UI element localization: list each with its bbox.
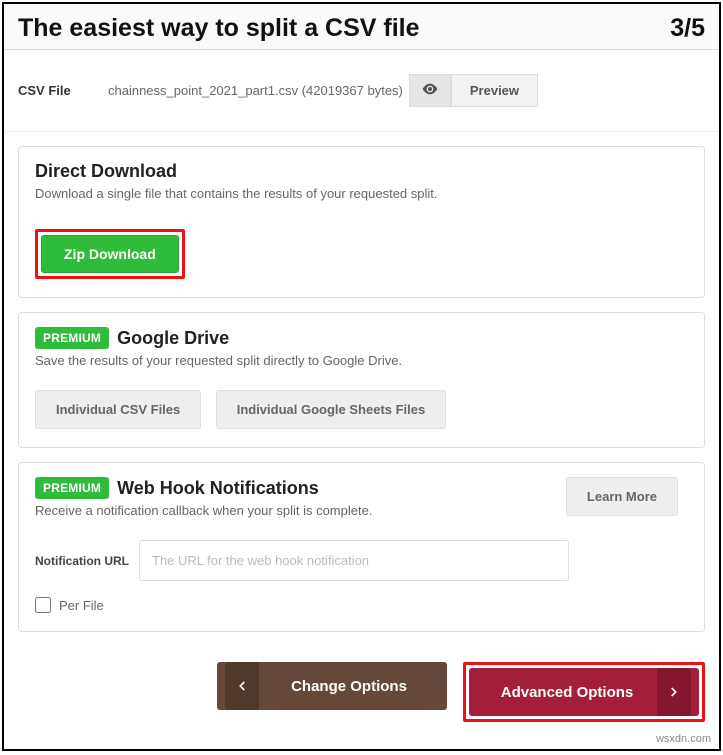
zip-download-button[interactable]: Zip Download <box>41 235 179 273</box>
advanced-options-button[interactable]: Advanced Options <box>469 668 699 716</box>
step-indicator: 3/5 <box>670 14 705 43</box>
file-bar: CSV File chainness_point_2021_part1.csv … <box>4 50 719 132</box>
individual-csv-button[interactable]: Individual CSV Files <box>35 390 201 429</box>
footer-buttons: Change Options Advanced Options <box>4 662 719 726</box>
webhook-title: Web Hook Notifications <box>117 478 319 499</box>
zip-download-highlight: Zip Download <box>35 229 185 279</box>
change-options-button[interactable]: Change Options <box>217 662 447 710</box>
direct-download-sub: Download a single file that contains the… <box>35 186 688 201</box>
direct-download-title: Direct Download <box>35 161 688 182</box>
per-file-row[interactable]: Per File <box>35 597 688 613</box>
google-drive-sub: Save the results of your requested split… <box>35 353 688 368</box>
notification-url-label: Notification URL <box>35 554 131 568</box>
advanced-options-label: Advanced Options <box>477 684 657 701</box>
learn-more-button[interactable]: Learn More <box>566 477 678 516</box>
individual-sheets-button[interactable]: Individual Google Sheets Files <box>216 390 447 429</box>
file-name: chainness_point_2021_part1.csv (42019367… <box>108 83 403 98</box>
webhook-panel: Learn More PREMIUM Web Hook Notification… <box>18 462 705 632</box>
google-drive-title: Google Drive <box>117 328 229 349</box>
arrow-right-icon <box>657 668 691 716</box>
eye-icon <box>422 83 438 98</box>
premium-badge: PREMIUM <box>35 477 109 499</box>
file-label: CSV File <box>18 83 108 98</box>
per-file-checkbox[interactable] <box>35 597 51 613</box>
page-title: The easiest way to split a CSV file <box>18 14 420 43</box>
arrow-left-icon <box>225 662 259 710</box>
notification-url-input[interactable] <box>139 540 569 581</box>
header: The easiest way to split a CSV file 3/5 <box>4 4 719 50</box>
watermark: wsxdn.com <box>656 733 711 745</box>
preview-eye-button[interactable] <box>409 74 451 107</box>
preview-button[interactable]: Preview <box>451 74 538 107</box>
direct-download-panel: Direct Download Download a single file t… <box>18 146 705 298</box>
google-drive-panel: PREMIUM Google Drive Save the results of… <box>18 312 705 448</box>
premium-badge: PREMIUM <box>35 327 109 349</box>
change-options-label: Change Options <box>259 678 439 695</box>
per-file-label: Per File <box>59 598 104 613</box>
advanced-options-highlight: Advanced Options <box>463 662 705 722</box>
